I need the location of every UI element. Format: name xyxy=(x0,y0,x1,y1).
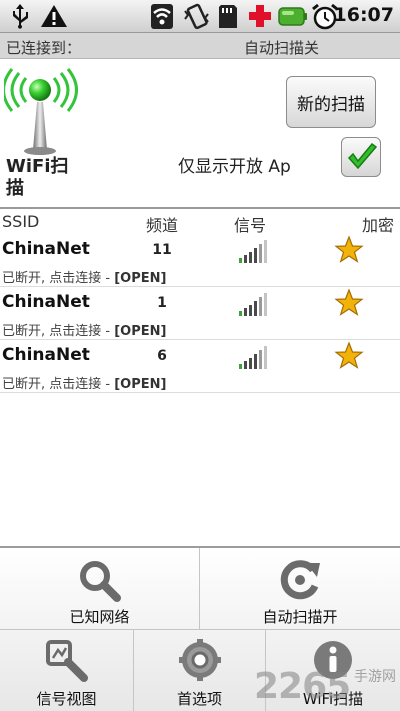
sd-card-icon xyxy=(219,5,237,28)
menu-item-auto-scan-on[interactable]: 自动扫描开 xyxy=(200,548,400,630)
auto-scan-status: 自动扫描关 xyxy=(244,39,320,57)
network-ssid: ChinaNet xyxy=(2,239,90,259)
column-header-security: 加密 xyxy=(362,216,395,235)
star-icon xyxy=(334,341,364,369)
menu-label: 自动扫描开 xyxy=(262,608,338,626)
health-cross-icon xyxy=(249,5,271,27)
vibrate-icon xyxy=(184,3,209,30)
magnifier-wrench-icon xyxy=(45,640,88,682)
network-status: 已断开, 点击连接 - [OPEN] xyxy=(2,271,167,286)
logo-label: WiFi扫描 xyxy=(6,156,69,199)
menu-item-signal-view[interactable]: 信号视图 xyxy=(0,630,134,711)
menu-label: 已知网络 xyxy=(69,608,130,626)
network-status: 已断开, 点击连接 - [OPEN] xyxy=(2,324,167,339)
network-row[interactable]: ChinaNet 6 已断开, 点击连接 - [OPEN] xyxy=(0,340,400,393)
gear-icon xyxy=(178,639,221,681)
app-screen: 16:07 已连接到： 自动扫描关 WiFi扫描 新的扫描 仅显示开放 Ap S… xyxy=(0,0,400,711)
refresh-icon xyxy=(280,560,320,600)
column-header-channel: 频道 xyxy=(146,216,179,235)
signal-strength-icon xyxy=(239,346,267,369)
connected-to-label: 已连接到： xyxy=(6,39,82,57)
menu-label: 首选项 xyxy=(176,690,222,708)
network-row[interactable]: ChinaNet 11 已断开, 点击连接 - [OPEN] xyxy=(0,234,400,287)
network-status: 已断开, 点击连接 - [OPEN] xyxy=(2,377,167,392)
network-channel: 6 xyxy=(157,348,167,364)
watermark-logo: 2265 手游网 xyxy=(254,664,400,708)
wifi-antenna-logo-icon xyxy=(4,68,78,155)
star-icon xyxy=(334,235,364,263)
connection-bar: 已连接到： 自动扫描关 xyxy=(0,33,400,59)
menu-item-preferences[interactable]: 首选项 xyxy=(134,630,266,711)
signal-strength-icon xyxy=(239,293,267,316)
network-channel: 1 xyxy=(157,295,167,311)
battery-icon xyxy=(278,7,307,26)
wifi-icon xyxy=(151,4,173,29)
network-ssid: ChinaNet xyxy=(2,292,90,312)
menu-label: 信号视图 xyxy=(36,690,97,708)
network-row[interactable]: ChinaNet 1 已断开, 点击连接 - [OPEN] xyxy=(0,287,400,340)
network-channel: 11 xyxy=(152,242,172,258)
warning-icon xyxy=(41,5,67,27)
new-scan-button[interactable]: 新的扫描 xyxy=(286,76,376,128)
open-only-checkbox[interactable] xyxy=(341,137,381,177)
star-icon xyxy=(334,288,364,316)
network-ssid: ChinaNet xyxy=(2,345,90,365)
header-divider xyxy=(0,207,400,209)
open-only-label: 仅显示开放 Ap xyxy=(178,157,291,177)
menu-item-known-networks[interactable]: 已知网络 xyxy=(0,548,200,630)
status-bar: 16:07 xyxy=(0,0,400,33)
column-header-signal: 信号 xyxy=(234,216,267,235)
watermark-text: 手游网 xyxy=(354,669,396,685)
usb-icon xyxy=(13,4,28,29)
clock-time: 16:07 xyxy=(333,4,394,26)
column-header-ssid: SSID xyxy=(2,212,40,231)
header-panel: WiFi扫描 新的扫描 仅显示开放 Ap xyxy=(0,60,400,208)
watermark-number: 2265 xyxy=(254,666,351,707)
signal-strength-icon xyxy=(239,240,267,263)
magnifier-icon xyxy=(79,561,121,602)
checkmark-icon xyxy=(347,142,378,170)
